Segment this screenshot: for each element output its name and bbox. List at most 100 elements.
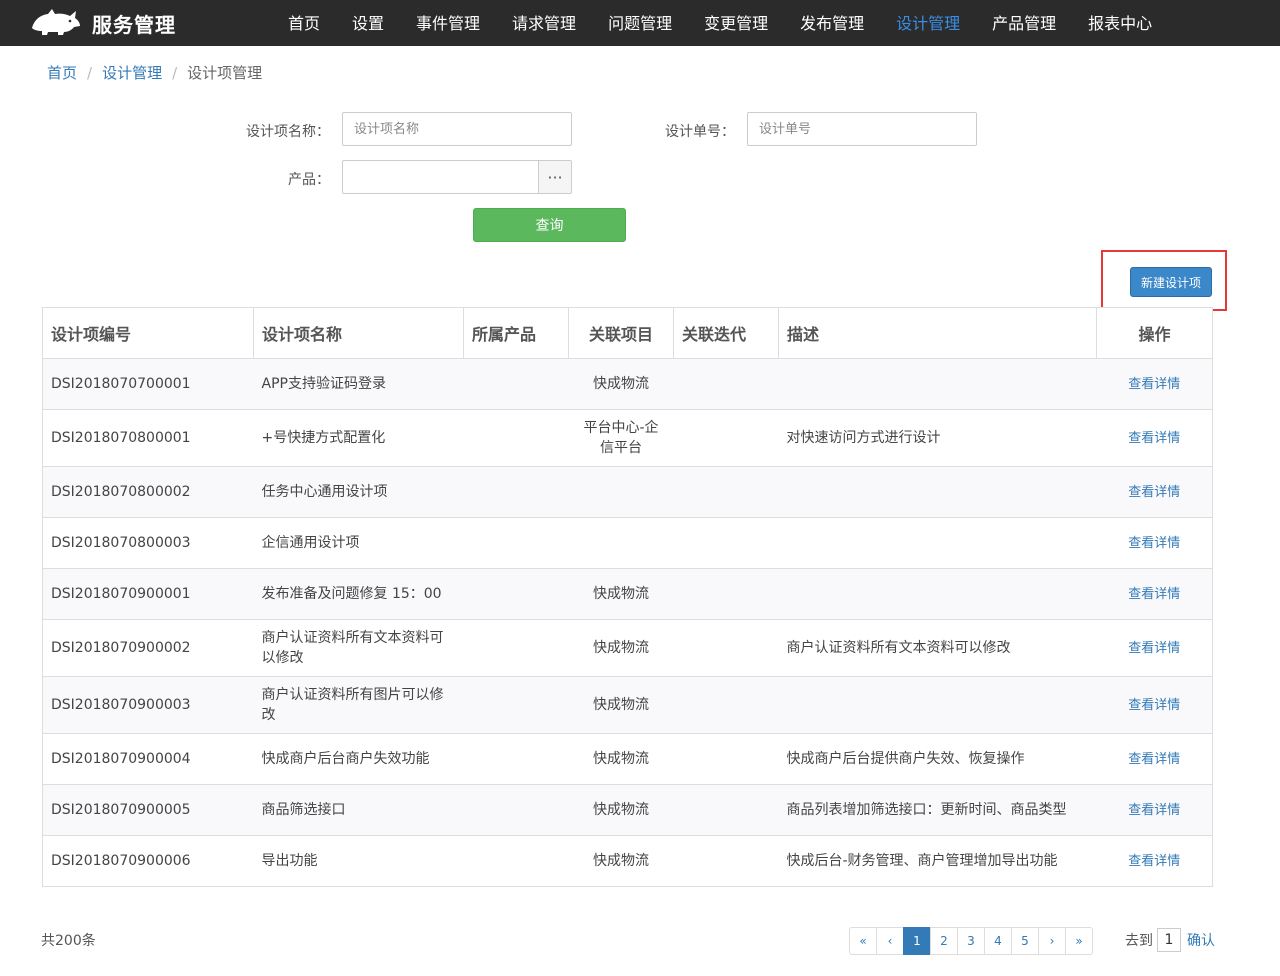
breadcrumb-section[interactable]: 设计管理 — [102, 62, 162, 83]
cell-project: 快成物流 — [568, 676, 674, 734]
design-name-input[interactable] — [342, 112, 572, 146]
query-button[interactable]: 查询 — [473, 208, 626, 242]
view-details-link[interactable]: 查看详情 — [1128, 587, 1180, 602]
view-details-link[interactable]: 查看详情 — [1128, 698, 1180, 713]
cell-product — [463, 358, 569, 410]
nav-item[interactable]: 首页 — [272, 0, 336, 46]
cell-actions: 查看详情 — [1096, 835, 1213, 887]
page-button[interactable]: ‹ — [876, 927, 904, 955]
new-design-item-button[interactable]: 新建设计项 — [1130, 267, 1212, 297]
cell-design-name: 企信通用设计项 — [253, 517, 464, 569]
cell-project: 快成物流 — [568, 835, 674, 887]
cell-actions: 查看详情 — [1096, 568, 1213, 620]
page-button[interactable]: 2 — [930, 927, 958, 955]
cell-actions: 查看详情 — [1096, 619, 1213, 677]
table-header-row: 设计项编号 设计项名称 所属产品 关联项目 关联迭代 描述 操作 — [42, 307, 1213, 359]
header-design-id[interactable]: 设计项编号 — [42, 307, 254, 359]
table-row: DSI2018070800002 任务中心通用设计项 查看详情 — [42, 466, 1213, 518]
page-button[interactable]: 5 — [1011, 927, 1039, 955]
nav-item[interactable]: 发布管理 — [784, 0, 880, 46]
design-number-label: 设计单号： — [665, 124, 735, 140]
cell-description — [778, 358, 1097, 410]
cell-product — [463, 784, 569, 836]
cell-iteration — [673, 517, 779, 569]
pagination: «‹ 1 2 3 4 5 ›» — [849, 927, 1093, 955]
header-design-name[interactable]: 设计项名称 — [253, 307, 464, 359]
cell-actions: 查看详情 — [1096, 784, 1213, 836]
header-project[interactable]: 关联项目 — [568, 307, 674, 359]
cell-design-name: 商户认证资料所有文本资料可以修改 — [253, 619, 464, 677]
view-details-link[interactable]: 查看详情 — [1128, 803, 1180, 818]
table-row: DSI2018070800003 企信通用设计项 查看详情 — [42, 517, 1213, 569]
view-details-link[interactable]: 查看详情 — [1128, 377, 1180, 392]
header-actions: 操作 — [1096, 307, 1213, 359]
page-button[interactable]: 4 — [984, 927, 1012, 955]
page-button[interactable]: » — [1065, 927, 1093, 955]
table-row: DSI2018070900002 商户认证资料所有文本资料可以修改 快成物流 商户认证… — [42, 619, 1213, 677]
nav-item[interactable]: 设置 — [336, 0, 400, 46]
cell-description: 商品列表增加筛选接口：更新时间、商品类型 — [778, 784, 1097, 836]
view-details-link[interactable]: 查看详情 — [1128, 854, 1180, 869]
cell-product — [463, 409, 569, 467]
cell-design-id: DSI2018070700001 — [42, 358, 254, 410]
header-description[interactable]: 描述 — [778, 307, 1097, 359]
view-details-link[interactable]: 查看详情 — [1128, 752, 1180, 767]
view-details-link[interactable]: 查看详情 — [1128, 485, 1180, 500]
cell-project — [568, 466, 674, 518]
cell-iteration — [673, 835, 779, 887]
cell-project — [568, 517, 674, 569]
header-product[interactable]: 所属产品 — [463, 307, 569, 359]
cell-iteration — [673, 676, 779, 734]
nav-item[interactable]: 事件管理 — [400, 0, 496, 46]
cell-design-name: 发布准备及问题修复 15：00 — [253, 568, 464, 620]
view-details-link[interactable]: 查看详情 — [1128, 641, 1180, 656]
table-row: DSI2018070700001 APP支持验证码登录 快成物流 查看详情 — [42, 358, 1213, 410]
top-navbar: 服务管理 首页 设置 事件管理 请求管理 问题管理 变更管理 发布管理 设计管理 产品管理 报表中… — [0, 0, 1280, 46]
brand[interactable]: 服务管理 — [30, 5, 176, 41]
product-label: 产品： — [288, 172, 330, 188]
product-picker-button[interactable]: ··· — [538, 160, 572, 194]
page-button[interactable]: › — [1038, 927, 1066, 955]
cell-actions: 查看详情 — [1096, 358, 1213, 410]
cell-description — [778, 568, 1097, 620]
breadcrumb-home[interactable]: 首页 — [47, 62, 77, 83]
cell-product — [463, 517, 569, 569]
design-name-label: 设计项名称： — [246, 124, 330, 140]
design-number-input[interactable] — [747, 112, 977, 146]
view-details-link[interactable]: 查看详情 — [1128, 536, 1180, 551]
cell-design-id: DSI2018070900005 — [42, 784, 254, 836]
cell-design-id: DSI2018070900004 — [42, 733, 254, 785]
cell-iteration — [673, 466, 779, 518]
goto-page-input[interactable] — [1157, 928, 1181, 952]
cell-design-id: DSI2018070800003 — [42, 517, 254, 569]
breadcrumb-separator: / — [172, 63, 178, 82]
cell-design-name: 商品筛选接口 — [253, 784, 464, 836]
product-input[interactable] — [342, 160, 539, 194]
page-button[interactable]: 1 — [903, 927, 931, 955]
cell-project: 快成物流 — [568, 733, 674, 785]
table-row: DSI2018070800001 +号快捷方式配置化 平台中心-企信平台 对快速访问方… — [42, 409, 1213, 467]
nav-item[interactable]: 设计管理 — [880, 0, 976, 46]
nav-item[interactable]: 报表中心 — [1072, 0, 1168, 46]
table-row: DSI2018070900003 商户认证资料所有图片可以修改 快成物流 查看详情 — [42, 676, 1213, 734]
nav-item[interactable]: 请求管理 — [496, 0, 592, 46]
page-button[interactable]: « — [849, 927, 877, 955]
breadcrumb-current: 设计项管理 — [187, 64, 263, 82]
nav-item[interactable]: 问题管理 — [592, 0, 688, 46]
nav-item[interactable]: 变更管理 — [688, 0, 784, 46]
header-iteration[interactable]: 关联迭代 — [673, 307, 779, 359]
cell-project: 快成物流 — [568, 784, 674, 836]
nav-item[interactable]: 产品管理 — [976, 0, 1072, 46]
page-button[interactable]: 3 — [957, 927, 985, 955]
goto-confirm-link[interactable]: 确认 — [1187, 930, 1215, 950]
cell-iteration — [673, 619, 779, 677]
cell-actions: 查看详情 — [1096, 466, 1213, 518]
cell-design-name: +号快捷方式配置化 — [253, 409, 464, 467]
cell-actions: 查看详情 — [1096, 409, 1213, 467]
cell-design-name: 导出功能 — [253, 835, 464, 887]
view-details-link[interactable]: 查看详情 — [1128, 431, 1180, 446]
table-row: DSI2018070900004 快成商户后台商户失效功能 快成物流 快成商户后台提供… — [42, 733, 1213, 785]
cell-description: 快成商户后台提供商户失效、恢复操作 — [778, 733, 1097, 785]
goto-page: 去到 确认 — [1125, 928, 1215, 952]
cell-actions: 查看详情 — [1096, 517, 1213, 569]
